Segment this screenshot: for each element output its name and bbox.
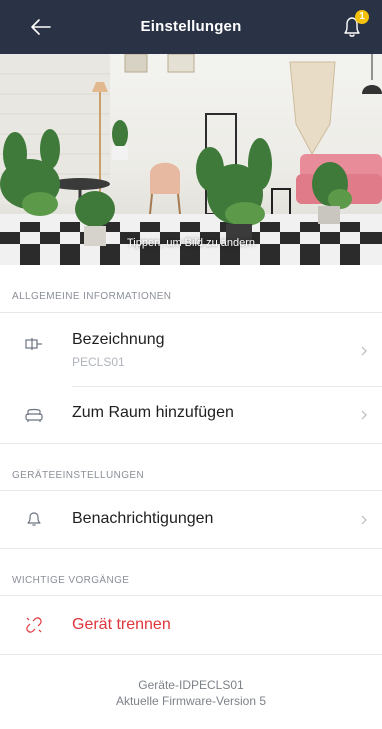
firmware-version-text: Aktuelle Firmware-Version 5: [115, 694, 267, 708]
sofa-icon: [25, 408, 43, 422]
name-value: PECLS01: [72, 355, 125, 369]
notifications-row[interactable]: Benachrichtigungen: [0, 491, 382, 548]
section-header-general: ALLGEMEINE INFORMATIONEN: [0, 265, 382, 313]
top-app-bar: Einstellungen 1: [0, 0, 382, 54]
change-image-hint: Tippen, um Bild zu ändern: [127, 237, 255, 249]
section-header-device-settings: GERÄTEEINSTELLUNGEN: [0, 443, 382, 491]
broken-link-icon: [26, 617, 42, 633]
living-room-photo: [0, 54, 382, 265]
device-info-footer: Geräte-IDPECLS01 Aktuelle Firmware-Versi…: [0, 655, 382, 729]
chevron-right-icon: [361, 346, 367, 356]
device-image[interactable]: Tippen, um Bild zu ändern: [0, 54, 382, 265]
bell-icon: [27, 512, 41, 526]
add-to-room-row[interactable]: Zum Raum hinzufügen: [0, 387, 382, 443]
notifications-label: Benachrichtigungen: [72, 510, 214, 527]
section-header-important: WICHTIGE VORGÄNGE: [0, 548, 382, 596]
notification-count-badge: 1: [355, 10, 369, 24]
disconnect-device-row[interactable]: Gerät trennen: [0, 596, 382, 654]
name-label: Bezeichnung: [72, 331, 165, 348]
chevron-right-icon: [361, 515, 367, 525]
device-tag-icon: [25, 338, 42, 350]
name-row[interactable]: Bezeichnung PECLS01: [0, 313, 382, 387]
page-title: Einstellungen: [140, 18, 242, 35]
disconnect-device-label: Gerät trennen: [72, 616, 171, 633]
notifications-button[interactable]: 1: [338, 10, 369, 42]
add-to-room-label: Zum Raum hinzufügen: [72, 404, 234, 421]
device-id-text: Geräte-IDPECLS01: [138, 678, 244, 692]
chevron-right-icon: [361, 410, 367, 420]
